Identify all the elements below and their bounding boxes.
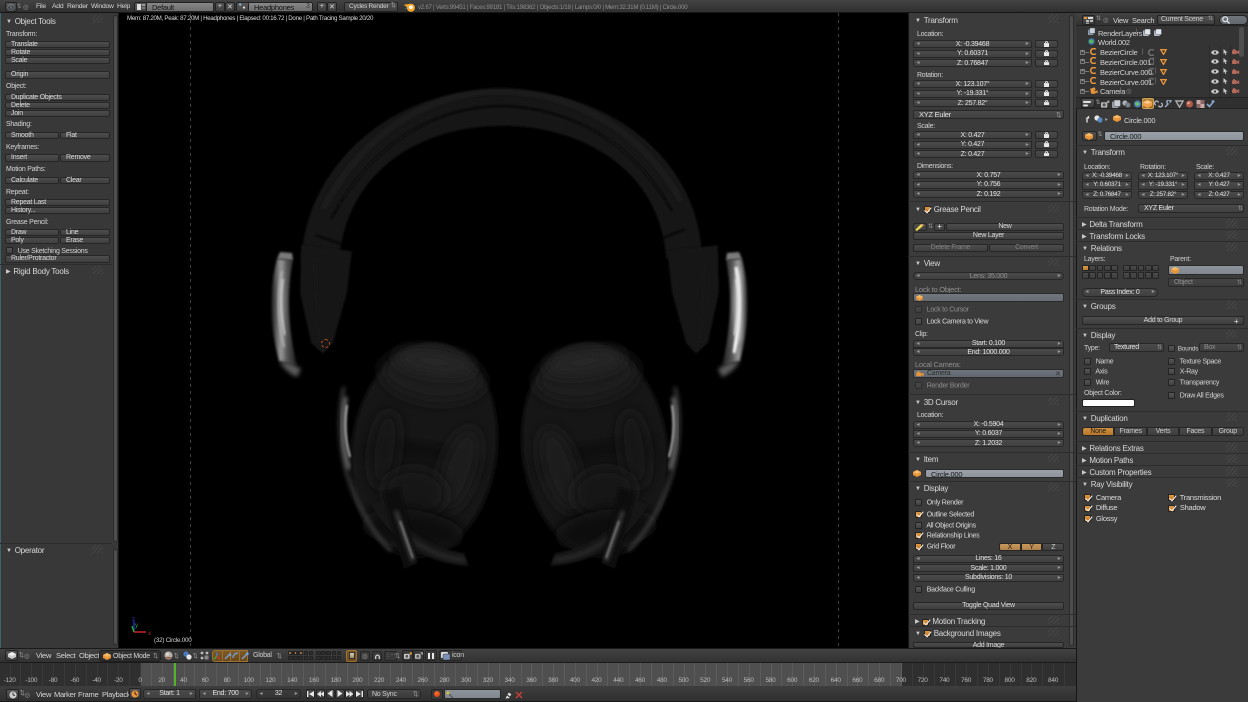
svg-text:y: y [135,623,138,629]
svg-text:x: x [148,631,151,637]
